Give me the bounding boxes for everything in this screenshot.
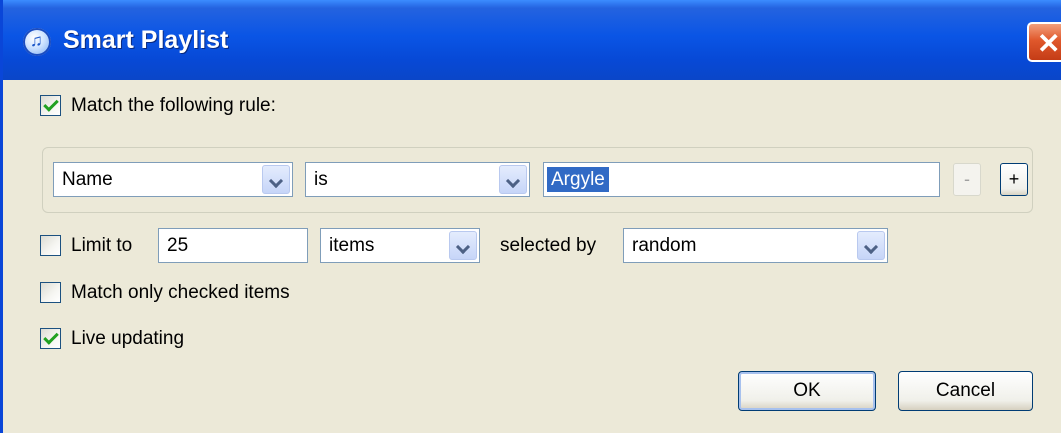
window-title: Smart Playlist [63,26,229,54]
smart-playlist-dialog: ♫ Smart Playlist ✕ Match the following r… [0,0,1061,433]
match-rule-checkbox[interactable] [40,95,61,116]
rule-value-text: Argyle [547,167,609,192]
title-bar[interactable]: ♫ Smart Playlist ✕ [3,0,1061,80]
limit-value-input[interactable]: 25 [158,228,308,263]
remove-rule-button[interactable]: - [953,163,981,196]
selected-by-value: random [632,235,697,256]
operator-dropdown[interactable]: is [305,162,530,197]
match-checked-checkbox[interactable] [40,282,61,303]
add-rule-button[interactable]: + [1000,163,1028,196]
match-checked-label: Match only checked items [71,282,290,303]
dialog-content: Match the following rule: Name is Argyle… [3,80,1061,433]
live-updating-label: Live updating [71,328,185,349]
limit-label: Limit to [71,235,133,256]
close-button[interactable]: ✕ [1027,22,1061,62]
rule-value-input[interactable]: Argyle [543,162,940,197]
chevron-down-icon[interactable] [499,165,527,194]
limit-unit-value: items [329,235,375,256]
operator-dropdown-value: is [314,169,328,190]
selected-by-dropdown[interactable]: random [623,228,888,263]
limit-checkbox[interactable] [40,235,61,256]
chevron-down-icon[interactable] [857,231,885,260]
chevron-down-icon[interactable] [262,165,290,194]
chevron-down-icon[interactable] [449,231,477,260]
live-updating-checkbox[interactable] [40,328,61,349]
itunes-icon: ♫ [23,28,51,56]
rule-group: Name is Argyle - + [42,147,1033,213]
field-dropdown[interactable]: Name [53,162,293,197]
cancel-button[interactable]: Cancel [898,371,1033,411]
close-icon: ✕ [1037,28,1061,59]
field-dropdown-value: Name [62,169,113,190]
limit-unit-dropdown[interactable]: items [320,228,480,263]
match-rule-label: Match the following rule: [71,95,276,116]
limit-value-text: 25 [167,235,189,256]
ok-button[interactable]: OK [738,371,876,411]
selected-by-label: selected by [500,235,597,256]
